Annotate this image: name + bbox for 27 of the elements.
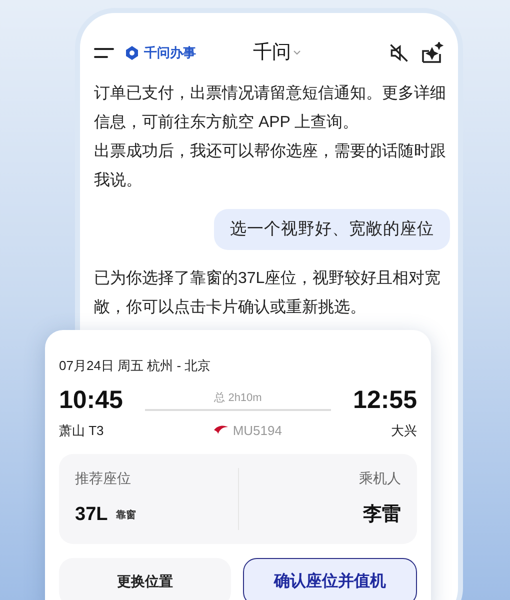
passenger-name: 李雷 (363, 503, 401, 527)
user-message-bubble: 选一个视野好、宽敞的座位 (214, 209, 450, 250)
seat-label: 推荐座位 (75, 469, 132, 488)
brand-name: 千问办事 (144, 44, 196, 62)
seat-number: 37L (75, 503, 108, 527)
passenger-label: 乘机人 (359, 469, 401, 488)
sparkle-add-icon[interactable] (420, 42, 444, 64)
seat-tag: 靠窗 (116, 508, 136, 523)
assistant-message: 已为你选择了靠窗的37L座位，视野较好且相对宽敞，你可以点击卡片确认或重新挑选。 (94, 268, 442, 318)
airline-logo-icon (212, 424, 229, 436)
confirm-button[interactable]: 确认座位并值机 (243, 558, 417, 600)
assistant-message: 出票成功后，我还可以帮你选座，需要的话随时跟我说。 (94, 142, 447, 191)
assistant-message: 订单已支付，出票情况请留意短信通知。更多详细信息，可前往东方航空 APP 上查询。 (94, 84, 447, 133)
change-seat-button[interactable]: 更换位置 (59, 558, 231, 600)
chevron-down-icon[interactable] (293, 50, 301, 56)
arrival-time: 12:55 (353, 388, 417, 412)
flight-card[interactable]: 07月24日 周五 杭州 - 北京 10:45 总 2h10m 12:55 萧山 T3 MU5194 大兴 推荐座位 37L 靠窗 乘机人 李雷 更换位置 确认座位并值机 (45, 330, 431, 600)
flight-number: MU5194 (232, 422, 282, 440)
departure-airport: 萧山 T3 (59, 422, 104, 440)
flight-duration: 总 2h10m (214, 391, 262, 406)
mute-icon[interactable] (388, 42, 410, 64)
departure-time: 10:45 (59, 388, 123, 412)
arrival-airport: 大兴 (391, 422, 417, 440)
app-title[interactable]: 千问 (253, 38, 291, 68)
logo-icon (124, 45, 140, 61)
date-route: 07月24日 周五 杭州 - 北京 (59, 357, 212, 375)
menu-icon[interactable] (94, 46, 114, 60)
